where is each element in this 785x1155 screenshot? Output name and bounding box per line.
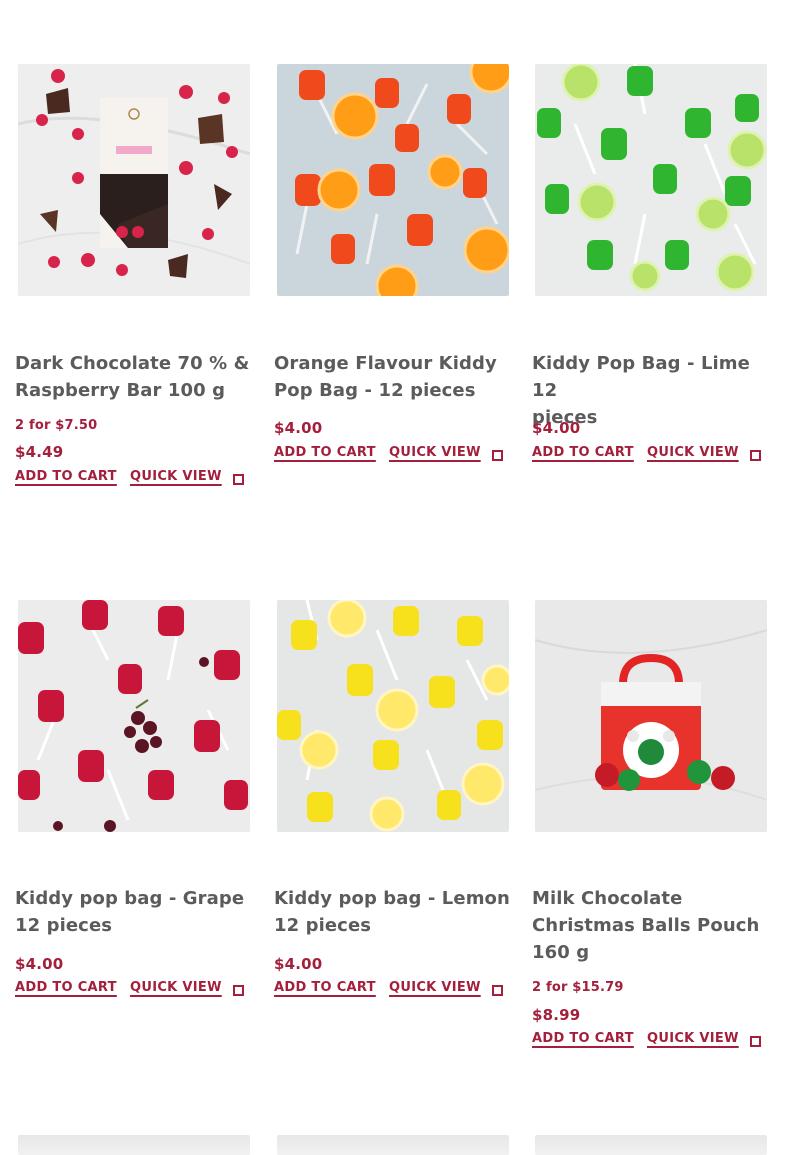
product-actions: ADD TO CART QUICK VIEW	[15, 980, 255, 1002]
product-title[interactable]: Milk Chocolate Christmas Balls Pouch 160…	[532, 885, 772, 966]
product-image-lime-lollipops[interactable]	[535, 64, 767, 296]
product-title-line: Milk Chocolate	[532, 888, 683, 909]
quick-view-button[interactable]: QUICK VIEW	[389, 445, 481, 460]
add-to-cart-button[interactable]: ADD TO CART	[532, 445, 634, 460]
product-actions: ADD TO CART QUICK VIEW	[274, 980, 514, 1002]
product-image-orange-lollipops[interactable]	[277, 64, 509, 296]
compare-checkbox[interactable]	[233, 985, 244, 996]
product-actions: ADD TO CART QUICK VIEW	[274, 445, 514, 467]
product-price: $4.00	[274, 955, 323, 973]
quick-view-button[interactable]: QUICK VIEW	[647, 445, 739, 460]
multi-buy-deal: 2 for $7.50	[15, 418, 98, 433]
product-price: $4.00	[15, 955, 64, 973]
product-image-christmas-balls-pouch[interactable]	[535, 600, 767, 832]
add-to-cart-button[interactable]: ADD TO CART	[274, 980, 376, 995]
product-title-line: Dark Chocolate 70 % &	[15, 353, 250, 374]
product-title-line: 12 pieces	[274, 915, 372, 936]
product-title[interactable]: Orange Flavour Kiddy Pop Bag - 12 pieces	[274, 350, 514, 404]
product-title-line: 160 g	[532, 942, 590, 963]
product-image-lemon-lollipops[interactable]	[277, 600, 509, 832]
product-title-line: Christmas Balls Pouch	[532, 915, 760, 936]
product-title-line: Kiddy pop bag - Grape	[15, 888, 245, 909]
quick-view-button[interactable]: QUICK VIEW	[130, 980, 222, 995]
compare-checkbox[interactable]	[750, 450, 761, 461]
quick-view-button[interactable]: QUICK VIEW	[647, 1031, 739, 1046]
product-price: $4.00	[532, 419, 581, 437]
product-image-chocolate-raspberry[interactable]	[18, 64, 250, 296]
product-actions: ADD TO CART QUICK VIEW	[532, 445, 772, 467]
product-image-grape-lollipops[interactable]	[18, 600, 250, 832]
compare-checkbox[interactable]	[492, 985, 503, 996]
product-actions: ADD TO CART QUICK VIEW	[15, 469, 255, 491]
product-image-next-row[interactable]	[277, 1135, 509, 1155]
add-to-cart-button[interactable]: ADD TO CART	[532, 1031, 634, 1046]
compare-checkbox[interactable]	[750, 1036, 761, 1047]
product-actions: ADD TO CART QUICK VIEW	[532, 1031, 772, 1053]
product-title[interactable]: Dark Chocolate 70 % & Raspberry Bar 100 …	[15, 350, 255, 404]
add-to-cart-button[interactable]: ADD TO CART	[15, 469, 117, 484]
product-title[interactable]: Kiddy pop bag - Lemon 12 pieces	[274, 885, 514, 939]
product-title[interactable]: Kiddy pop bag - Grape 12 pieces	[15, 885, 255, 939]
quick-view-button[interactable]: QUICK VIEW	[130, 469, 222, 484]
product-price: $8.99	[532, 1006, 581, 1024]
product-image-next-row[interactable]	[535, 1135, 767, 1155]
product-title-line: Kiddy pop bag - Lemon	[274, 888, 510, 909]
product-title-line: Orange Flavour Kiddy	[274, 353, 497, 374]
multi-buy-deal: 2 for $15.79	[532, 980, 624, 995]
add-to-cart-button[interactable]: ADD TO CART	[15, 980, 117, 995]
product-price: $4.00	[274, 419, 323, 437]
product-title-line: 12 pieces	[15, 915, 113, 936]
product-price: $4.49	[15, 443, 64, 461]
quick-view-button[interactable]: QUICK VIEW	[389, 980, 481, 995]
compare-checkbox[interactable]	[233, 474, 244, 485]
product-title-line: Pop Bag - 12 pieces	[274, 380, 476, 401]
add-to-cart-button[interactable]: ADD TO CART	[274, 445, 376, 460]
product-title-line: Raspberry Bar 100 g	[15, 380, 226, 401]
product-image-next-row[interactable]	[18, 1135, 250, 1155]
compare-checkbox[interactable]	[492, 450, 503, 461]
product-title-line: Kiddy Pop Bag - Lime 12	[532, 353, 750, 401]
